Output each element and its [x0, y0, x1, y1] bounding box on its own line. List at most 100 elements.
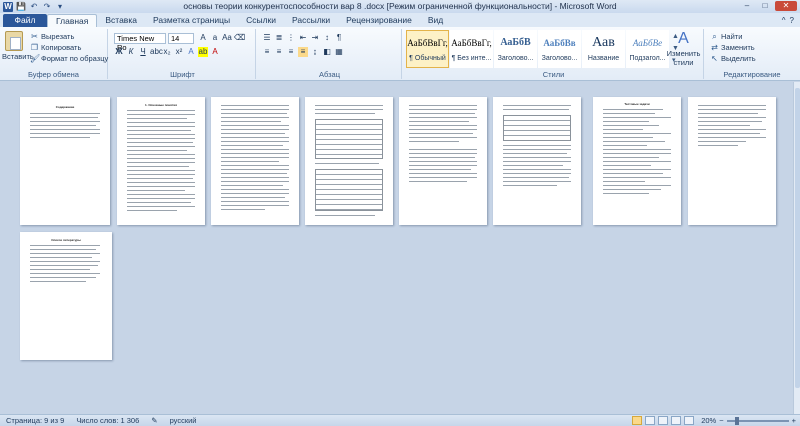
show-marks-icon[interactable]: ¶ [334, 33, 344, 43]
tab-references[interactable]: Ссылки [238, 14, 284, 27]
tab-insert[interactable]: Вставка [97, 14, 145, 27]
redo-icon[interactable]: ↷ [42, 2, 52, 12]
scissors-icon: ✂ [31, 32, 38, 41]
tab-file[interactable]: Файл [3, 14, 47, 27]
document-area[interactable]: Содержание 1. Основные понятия Тестовые … [0, 82, 793, 414]
tab-view[interactable]: Вид [420, 14, 451, 27]
page-thumbnail-8[interactable] [688, 97, 776, 225]
style-title[interactable]: Аав Название [582, 30, 625, 68]
align-left-icon[interactable]: ≡ [262, 47, 272, 57]
page-heading: Содержание [55, 105, 75, 109]
strikethrough-icon[interactable]: abc [150, 47, 163, 57]
save-icon[interactable]: 💾 [16, 2, 26, 12]
replace-button[interactable]: ⇄ Заменить [710, 42, 756, 53]
change-styles-button[interactable]: A Изменить стили [664, 29, 704, 79]
proofing-icon[interactable]: ✎ [145, 416, 163, 425]
copy-button[interactable]: ❐ Копировать [30, 42, 108, 53]
text-effects-icon[interactable]: A [186, 47, 196, 57]
print-layout-view-button[interactable] [632, 416, 643, 425]
align-right-icon[interactable]: ≡ [286, 47, 296, 57]
decrease-indent-icon[interactable]: ⇤ [298, 33, 308, 43]
bold-button[interactable]: Ж [114, 47, 124, 57]
page-thumbnail-9[interactable]: Список литературы [20, 232, 112, 360]
font-size-select[interactable]: 14 [168, 33, 194, 44]
italic-button[interactable]: К [126, 47, 136, 57]
tab-review[interactable]: Рецензирование [338, 14, 420, 27]
language-status[interactable]: русский [164, 416, 203, 425]
style-heading-2[interactable]: АаБбВв Заголово... [538, 30, 581, 68]
tab-page-layout[interactable]: Разметка страницы [145, 14, 238, 27]
align-center-icon[interactable]: ≡ [274, 47, 284, 57]
subscript-icon[interactable]: x₂ [162, 47, 172, 57]
zoom-slider[interactable] [726, 416, 789, 425]
change-case-icon[interactable]: Aa [222, 33, 232, 43]
clear-format-icon[interactable]: ⌫ [234, 33, 245, 43]
style-no-spacing[interactable]: АаБбВвГг, ¶ Без инте... [450, 30, 493, 68]
select-label: Выделить [721, 54, 756, 63]
title-bar: W 💾 ↶ ↷ ▾ основы теории конкурентоспособ… [0, 0, 800, 13]
justify-icon[interactable]: ≡ [298, 47, 308, 57]
web-layout-view-button[interactable] [658, 416, 669, 425]
full-screen-reading-view-button[interactable] [645, 416, 656, 425]
style-heading-1[interactable]: АаБбВ Заголово... [494, 30, 537, 68]
line-spacing-icon[interactable]: ↨ [310, 47, 320, 57]
tab-mailings[interactable]: Рассылки [284, 14, 338, 27]
collapse-ribbon-icon[interactable]: ^ [782, 16, 786, 25]
copy-label: Копировать [41, 43, 82, 52]
cut-button[interactable]: ✂ Вырезать [30, 31, 108, 42]
format-painter-button[interactable]: 🖌 Формат по образцу [30, 53, 108, 64]
bullets-icon[interactable]: ☰ [262, 33, 272, 43]
word-count-status[interactable]: Число слов: 1 306 [70, 416, 145, 425]
outline-view-button[interactable] [671, 416, 682, 425]
style-sample: АаБбВвГг, [407, 38, 448, 48]
shading-icon[interactable]: ◧ [322, 47, 332, 57]
borders-icon[interactable]: ▦ [334, 47, 344, 57]
page-thumbnail-5[interactable] [399, 97, 487, 225]
select-button[interactable]: ↖ Выделить [710, 53, 756, 64]
close-button[interactable]: ✕ [775, 1, 797, 11]
document-table [315, 119, 383, 159]
highlight-icon[interactable]: ab [198, 47, 208, 57]
change-styles-label: Изменить стили [666, 49, 701, 67]
cut-label: Вырезать [41, 32, 75, 41]
scrollbar-thumb[interactable] [795, 88, 800, 388]
undo-icon[interactable]: ↶ [29, 2, 39, 12]
font-color-icon[interactable]: A [210, 47, 220, 57]
style-subtitle[interactable]: АаБбВе Подзагол... [626, 30, 669, 68]
find-button[interactable]: ⌕ Найти [710, 31, 756, 42]
sort-icon[interactable]: ↕ [322, 33, 332, 43]
styles-group-label: Стили [542, 70, 565, 79]
draft-view-button[interactable] [684, 416, 695, 425]
zoom-slider-knob[interactable] [734, 416, 739, 425]
superscript-icon[interactable]: x² [174, 47, 184, 57]
minimize-button[interactable]: – [739, 1, 755, 11]
find-label: Найти [721, 32, 743, 41]
page-thumbnail-4[interactable] [305, 97, 393, 225]
increase-indent-icon[interactable]: ⇥ [310, 33, 320, 43]
word-logo-icon[interactable]: W [3, 1, 13, 12]
customize-qat-icon[interactable]: ▾ [55, 2, 65, 12]
page-thumbnail-2[interactable]: 1. Основные понятия [117, 97, 205, 225]
underline-button[interactable]: Ч [138, 47, 148, 57]
vertical-scrollbar[interactable] [793, 82, 800, 414]
page-thumbnail-1[interactable]: Содержание [20, 97, 110, 225]
paste-button[interactable]: Вставить [2, 31, 34, 61]
maximize-button[interactable]: □ [757, 1, 773, 11]
page-thumbnail-6[interactable] [493, 97, 581, 225]
style-sample: АаБбВе [632, 38, 663, 48]
page-thumbnail-3[interactable] [211, 97, 299, 225]
tab-home[interactable]: Главная [47, 14, 98, 27]
font-name-select[interactable]: Times New Ro [114, 33, 166, 52]
zoom-level[interactable]: 20% [701, 416, 716, 425]
style-normal[interactable]: АаБбВвГг, ¶ Обычный [406, 30, 449, 68]
page-thumbnail-7[interactable]: Тестовые задачи [593, 97, 681, 225]
numbering-icon[interactable]: ≣ [274, 33, 284, 43]
page-count-status[interactable]: Страница: 9 из 9 [0, 416, 70, 425]
grow-font-icon[interactable]: A [198, 33, 208, 43]
zoom-out-button[interactable]: − [719, 416, 723, 425]
multilevel-list-icon[interactable]: ⋮ [286, 33, 296, 43]
help-icon[interactable]: ? [790, 16, 794, 25]
shrink-font-icon[interactable]: a [210, 33, 220, 43]
zoom-in-button[interactable]: + [792, 416, 796, 425]
format-painter-label: Формат по образцу [41, 54, 109, 63]
